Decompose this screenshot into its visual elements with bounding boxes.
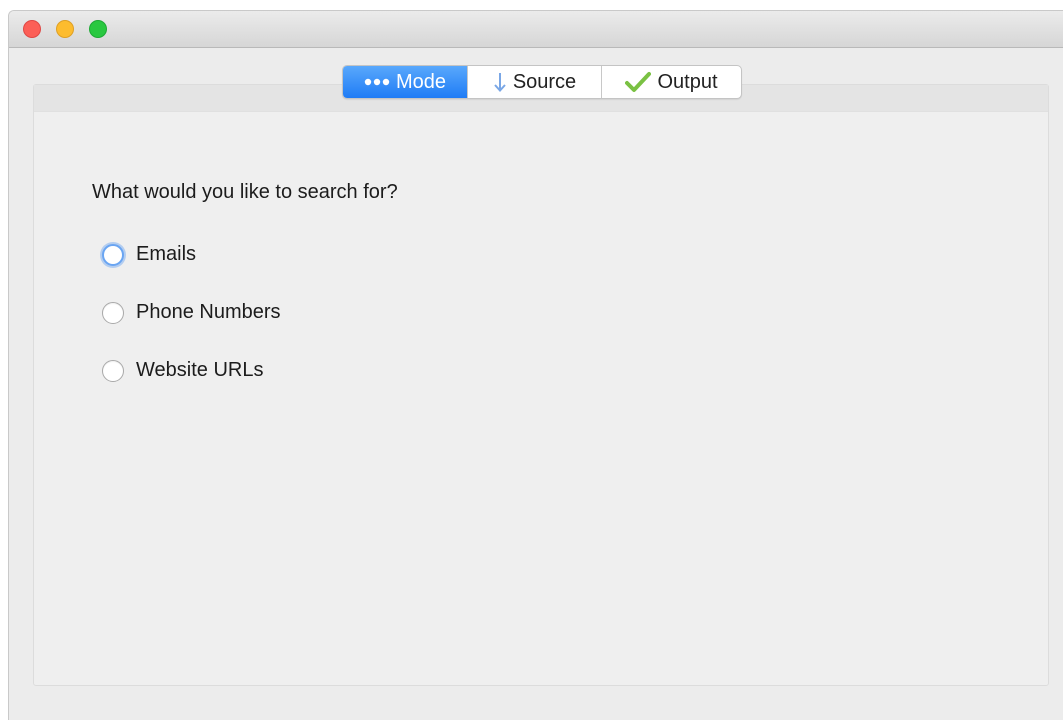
tab-mode-label: Mode [395, 70, 447, 93]
close-window-button[interactable] [23, 20, 41, 38]
mode-tab-panel: What would you like to search for? Email… [33, 84, 1049, 686]
tab-output[interactable]: Output [601, 66, 741, 98]
arrow-down-icon [493, 71, 507, 93]
search-question-label: What would you like to search for? [92, 181, 398, 203]
window-content: Mode Source Output What would you like t… [9, 48, 1063, 720]
checkmark-icon [625, 71, 652, 93]
minimize-window-button[interactable] [56, 20, 74, 38]
emails-radio[interactable] [102, 243, 124, 266]
option-emails[interactable]: Emails [102, 243, 196, 266]
phone-numbers-label: Phone Numbers [136, 301, 281, 323]
option-website-urls[interactable]: Website URLs [102, 359, 263, 382]
website-urls-label: Website URLs [136, 359, 264, 381]
phone-numbers-radio[interactable] [102, 301, 124, 324]
tab-source[interactable]: Source [467, 66, 601, 98]
tab-output-label: Output [657, 70, 718, 93]
zoom-window-button[interactable] [89, 20, 107, 38]
title-bar [9, 11, 1063, 48]
emails-label: Emails [136, 243, 197, 265]
app-window: Mode Source Output What would you like t… [8, 10, 1063, 720]
tab-selector: Mode Source Output [342, 65, 742, 99]
ellipsis-icon [364, 78, 390, 86]
tab-source-label: Source [512, 70, 577, 93]
website-urls-radio[interactable] [102, 359, 124, 382]
option-phone-numbers[interactable]: Phone Numbers [102, 301, 281, 324]
tab-mode[interactable]: Mode [343, 66, 467, 98]
